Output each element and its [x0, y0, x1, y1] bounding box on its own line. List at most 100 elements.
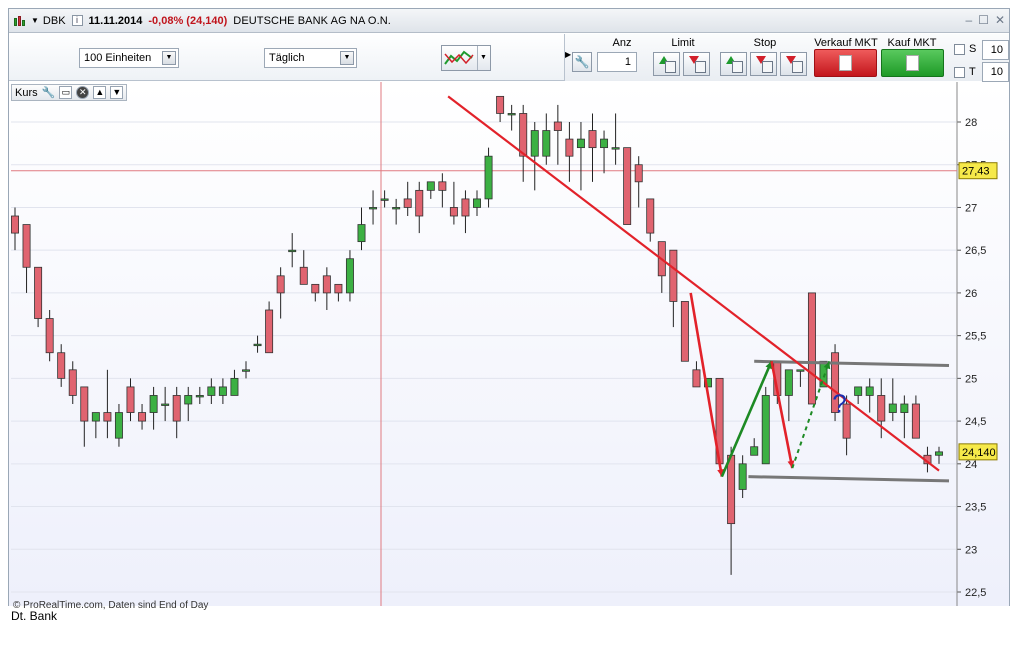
channel-top-line — [754, 359, 950, 368]
crosshair-price-label: 27,43 — [962, 166, 990, 178]
candle-body — [403, 198, 412, 208]
t-label: T — [969, 66, 976, 78]
candle-body — [553, 121, 562, 131]
candle-body — [727, 454, 736, 525]
chevron-down-icon: ▼ — [162, 51, 176, 65]
sell-market-button[interactable] — [814, 49, 877, 77]
candle-body — [507, 113, 516, 116]
maximize-icon[interactable]: ☐ — [978, 13, 989, 27]
candle-body — [738, 463, 747, 490]
candle-body — [530, 130, 539, 157]
interval-select-value: Täglich — [269, 52, 305, 64]
indicator-chart-icon — [444, 50, 474, 65]
candle-body — [45, 318, 54, 354]
wrench-icon[interactable]: 🔧 — [572, 52, 592, 72]
candle-body — [888, 403, 897, 413]
image-caption: Dt. Bank — [11, 609, 58, 623]
candle-body — [680, 301, 689, 362]
chart-window: ▼ DBK i 11.11.2014 -0,08% (24,140) DEUTS… — [8, 8, 1010, 611]
candle-body — [288, 249, 297, 253]
date-label: 11.11.2014 — [88, 14, 143, 27]
interval-select[interactable]: Täglich ▼ — [264, 48, 357, 68]
candle-body — [22, 224, 31, 268]
candle-body — [600, 138, 609, 149]
candle-body — [207, 386, 216, 396]
candle-body — [253, 343, 262, 347]
y-tick-label: 24 — [965, 459, 977, 471]
candle-body — [865, 386, 874, 396]
candle-body — [230, 377, 239, 396]
stop-buy-button[interactable] — [720, 52, 747, 76]
chevron-down-icon[interactable]: ▼ — [477, 46, 489, 70]
anz-input[interactable]: 1 — [597, 52, 637, 72]
instrument-name: DEUTSCHE BANK AG NA O.N. — [233, 14, 391, 27]
document-icon — [762, 61, 773, 73]
y-tick-label: 22,5 — [965, 587, 986, 599]
anz-label: Anz — [612, 37, 632, 49]
chart-type-button[interactable]: ▼ — [441, 45, 491, 71]
y-tick-label: 24,5 — [965, 416, 986, 428]
trendline — [447, 95, 940, 472]
candle-body — [646, 198, 655, 234]
candle-body — [242, 369, 250, 372]
candle-body — [91, 412, 100, 422]
quantity-select[interactable]: 100 Einheiten ▼ — [79, 48, 179, 68]
move-down-icon[interactable]: ▼ — [110, 86, 124, 99]
candle-body — [299, 266, 308, 285]
close-icon[interactable]: ✕ — [76, 86, 90, 99]
move-up-icon[interactable]: ▲ — [93, 86, 107, 99]
limit-sell-button[interactable] — [683, 52, 710, 76]
candle-body — [161, 403, 170, 406]
s-checkbox[interactable] — [954, 44, 965, 55]
candlestick-icon — [13, 14, 27, 28]
chevron-down-icon[interactable]: ▼ — [31, 16, 39, 25]
close-icon[interactable]: ✕ — [995, 13, 1005, 27]
candle-body — [634, 164, 643, 183]
candle-body — [438, 181, 447, 191]
price-chart[interactable]: 2827,52726,52625,52524,52423,52322,5?27,… — [9, 82, 1009, 606]
candle-body — [761, 395, 770, 465]
candle-body — [519, 113, 528, 157]
candle-body — [935, 451, 943, 456]
t-checkbox[interactable] — [954, 67, 965, 78]
candle-body — [623, 147, 632, 225]
buy-market-button[interactable] — [881, 49, 944, 77]
change-label: -0,08% (24,140) — [148, 14, 228, 27]
candle-body — [369, 207, 378, 210]
candle-body — [750, 446, 759, 456]
t-input[interactable]: 10 — [982, 62, 1009, 82]
candle-body — [265, 309, 274, 354]
wrench-icon[interactable]: 🔧 — [42, 86, 56, 99]
symbol-label[interactable]: DBK — [43, 15, 66, 27]
candle-body — [172, 395, 181, 422]
candle-body — [911, 403, 920, 439]
candle-body — [784, 369, 793, 396]
panel-header: Kurs 🔧 ▭ ✕ ▲ ▼ — [11, 84, 128, 101]
chevron-down-icon: ▼ — [340, 51, 354, 65]
document-icon — [792, 61, 803, 73]
chart-area[interactable]: 2827,52726,52625,52524,52423,52322,5?27,… — [9, 82, 1009, 611]
candle-body — [900, 403, 909, 413]
candle-body — [796, 369, 805, 372]
candle-body — [611, 147, 620, 150]
candle-body — [473, 198, 481, 208]
candle-body — [334, 283, 343, 294]
collapse-arrow-icon[interactable]: ▶ — [565, 50, 571, 59]
channel-bottom-line — [748, 475, 950, 483]
candle-body — [496, 95, 505, 114]
order-panel: ▶ 🔧 Anz 1 Limit Stop Verkauf MKT Kauf MK… — [564, 34, 1009, 82]
limit-buy-button[interactable] — [653, 52, 680, 76]
stop-limit-button[interactable] — [780, 52, 807, 76]
candle-body — [103, 412, 112, 422]
candle-body — [380, 198, 389, 201]
candle-body — [195, 395, 204, 398]
minimize-icon[interactable]: – — [965, 13, 972, 27]
candle-body — [11, 215, 19, 234]
last-price-label: 24,140 — [962, 447, 996, 459]
candle-body — [138, 412, 147, 422]
s-input[interactable]: 10 — [982, 40, 1009, 60]
y-tick-label: 23 — [965, 544, 977, 556]
stop-sell-button[interactable] — [750, 52, 777, 76]
info-icon[interactable]: i — [71, 15, 83, 26]
window-icon[interactable]: ▭ — [59, 86, 73, 99]
